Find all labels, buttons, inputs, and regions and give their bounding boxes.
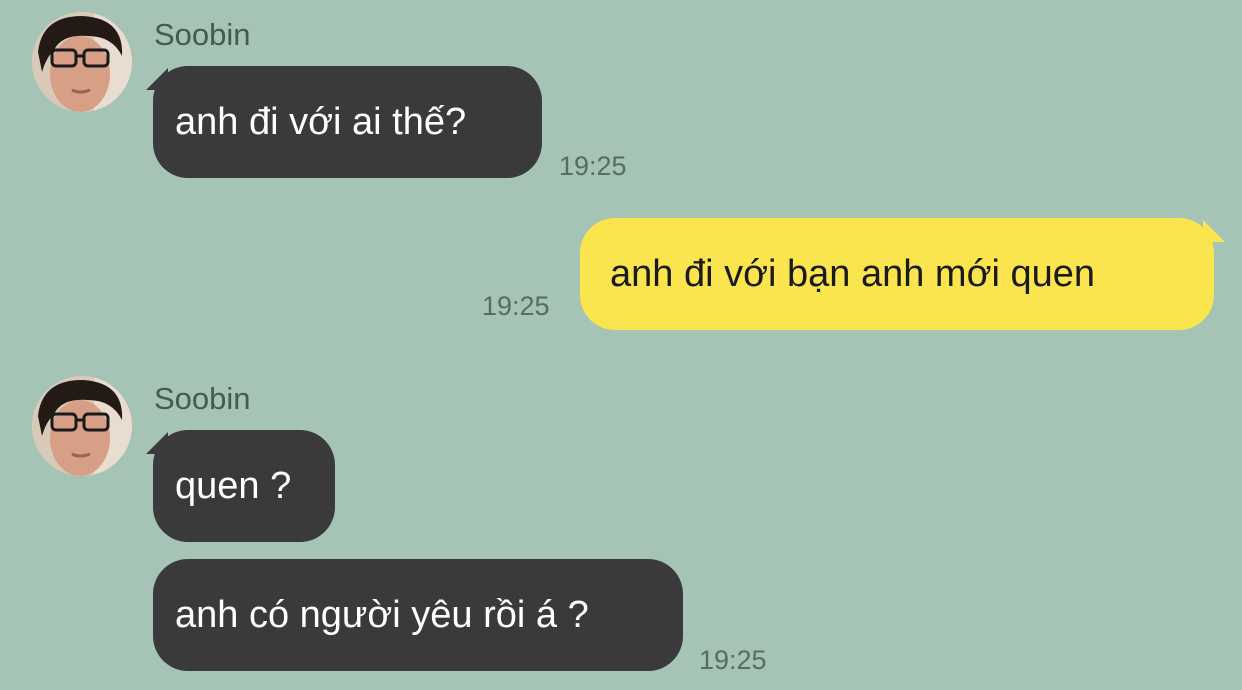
incoming-message-bubble[interactable]: anh đi với ai thế? <box>153 66 542 178</box>
message-timestamp: 19:25 <box>559 151 627 181</box>
sender-avatar[interactable] <box>32 376 132 476</box>
outgoing-message-bubble[interactable]: anh đi với bạn anh mới quen <box>580 218 1214 330</box>
message-timestamp: 19:25 <box>482 291 550 321</box>
message-timestamp: 19:25 <box>699 645 767 675</box>
bubble-tail <box>1203 220 1225 242</box>
sender-name: Soobin <box>154 381 251 416</box>
sender-name: Soobin <box>154 17 251 52</box>
incoming-message-bubble[interactable]: quen ? <box>153 430 335 542</box>
incoming-message-bubble[interactable]: anh có người yêu rồi á ? <box>153 559 683 671</box>
sender-avatar[interactable] <box>32 12 132 112</box>
